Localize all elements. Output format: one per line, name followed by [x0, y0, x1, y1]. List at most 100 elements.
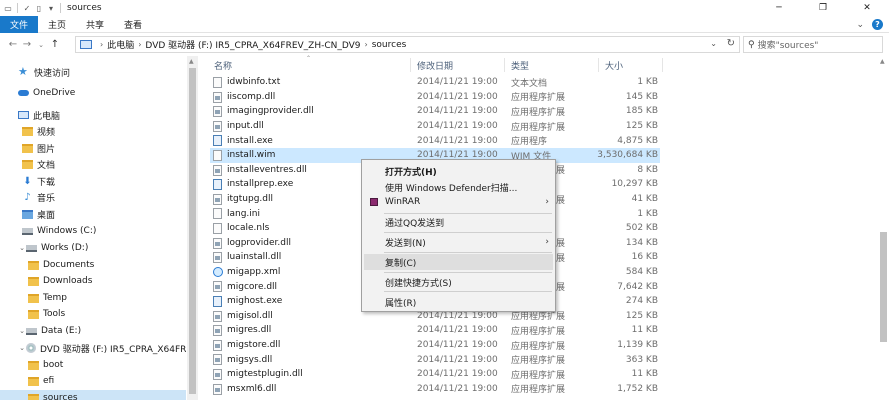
sidebar-item-music[interactable]: ♪ 音乐	[22, 189, 55, 205]
column-header-size[interactable]: 大小	[605, 59, 623, 72]
chevron-down-icon[interactable]: ⌄	[856, 20, 864, 30]
chevron-down-icon[interactable]: ▾	[46, 3, 56, 13]
table-row[interactable]: migres.dll 2014/11/21 19:00 应用程序扩展 11 KB	[210, 323, 660, 338]
menu-item-create-shortcut[interactable]: 创建快捷方式(S)	[364, 274, 553, 290]
breadcrumb-sources[interactable]: sources	[372, 40, 407, 50]
menu-item-send-to[interactable]: 发送到(N) ›	[364, 234, 553, 250]
close-button[interactable]: ✕	[845, 0, 889, 16]
pc-icon	[18, 111, 29, 119]
scroll-up-icon[interactable]: ▲	[189, 58, 194, 65]
tab-view[interactable]: 查看	[114, 16, 152, 33]
back-arrow-icon[interactable]: ←	[6, 35, 20, 55]
menu-item-winrar[interactable]: WinRAR ›	[364, 194, 553, 210]
chevron-down-icon[interactable]: ⌄	[18, 244, 26, 252]
table-row[interactable]: input.dll 2014/11/21 19:00 应用程序扩展 125 KB	[210, 119, 660, 134]
file-date: 2014/11/21 19:00	[417, 135, 498, 146]
column-header-date[interactable]: 修改日期	[417, 59, 453, 72]
sidebar-item-data-e[interactable]: ⌄ Data (E:)	[18, 323, 81, 339]
sidebar-item-documents-d[interactable]: Documents	[28, 257, 94, 273]
properties-icon[interactable]: ✓	[22, 3, 32, 13]
column-divider[interactable]	[410, 58, 411, 72]
refresh-icon[interactable]: ↻	[727, 38, 735, 49]
file-size: 363 KB	[625, 354, 658, 365]
search-placeholder: 搜索"sources"	[757, 41, 819, 51]
column-divider[interactable]	[598, 58, 599, 72]
tab-file[interactable]: 文件	[0, 15, 38, 33]
sidebar-item-desktop[interactable]: 桌面	[22, 206, 55, 222]
table-row[interactable]: imagingprovider.dll 2014/11/21 19:00 应用程序扩…	[210, 104, 660, 119]
sidebar-item-downloads[interactable]: ⬇ 下载	[22, 173, 55, 189]
restore-button[interactable]: ❐	[801, 0, 845, 16]
winrar-icon	[370, 198, 378, 206]
scrollbar-thumb[interactable]	[189, 68, 196, 394]
sidebar-item-pictures[interactable]: 图片	[22, 140, 55, 156]
sidebar-item-dvd-f[interactable]: ⌄DVD 驱动器 (F:) IR5_CPRA_X64FREV_ZH	[18, 340, 186, 356]
sidebar-item-works-d[interactable]: ⌄ Works (D:)	[18, 240, 88, 256]
sidebar-item-videos[interactable]: 视频	[22, 123, 55, 139]
column-header-name[interactable]: 名称	[214, 59, 232, 72]
file-date: 2014/11/21 19:00	[417, 106, 498, 117]
menu-item-properties[interactable]: 属性(R)	[364, 294, 553, 310]
table-row[interactable]: idwbinfo.txt 2014/11/21 19:00 文本文档 1 KB	[210, 75, 660, 90]
scroll-up-icon[interactable]: ▲	[880, 58, 885, 65]
dll-file-icon	[213, 354, 222, 366]
file-date: 2014/11/21 19:00	[417, 91, 498, 102]
cloud-icon	[18, 90, 29, 96]
column-header-type[interactable]: 类型	[511, 59, 529, 72]
search-input[interactable]: ⚲ 搜索"sources"	[743, 36, 883, 53]
tab-home[interactable]: 主页	[38, 16, 76, 33]
file-name: migres.dll	[227, 325, 272, 336]
scrollbar-thumb[interactable]	[880, 232, 887, 342]
table-row[interactable]: migtestplugin.dll 2014/11/21 19:00 应用程序扩展 1…	[210, 367, 660, 382]
chevron-down-icon[interactable]: ⌄	[34, 35, 48, 55]
table-row[interactable]: iiscomp.dll 2014/11/21 19:00 应用程序扩展 145 KB	[210, 90, 660, 105]
table-row[interactable]: migstore.dll 2014/11/21 19:00 应用程序扩展 1,139 …	[210, 338, 660, 353]
menu-item-copy[interactable]: 复制(C)	[364, 254, 553, 270]
sidebar-item-efi[interactable]: efi	[28, 373, 54, 389]
chevron-right-icon[interactable]: ›	[138, 40, 141, 49]
sidebar-item-tools[interactable]: Tools	[28, 306, 65, 322]
dll-file-icon	[213, 106, 222, 118]
breadcrumb-this-pc[interactable]: 此电脑	[107, 38, 134, 51]
menu-item-open-with[interactable]: 打开方式(H)	[364, 163, 553, 179]
chevron-right-icon[interactable]: ›	[365, 40, 368, 49]
sidebar-item-windows-c[interactable]: Windows (C:)	[22, 223, 96, 239]
address-bar[interactable]: › 此电脑 › DVD 驱动器 (F:) IR5_CPRA_X64FREV_ZH…	[75, 36, 740, 53]
file-type: 应用程序扩展	[511, 356, 566, 367]
sidebar-item-quick-access[interactable]: ★ 快速访问	[18, 64, 70, 80]
sidebar-item-sources[interactable]: sources	[0, 390, 186, 400]
chevron-down-icon[interactable]: ⌄	[18, 327, 26, 335]
file-size: 125 KB	[625, 121, 658, 132]
sidebar-item-boot[interactable]: boot	[28, 357, 63, 373]
file-name: itgtupg.dll	[227, 194, 273, 205]
help-icon[interactable]: ?	[872, 19, 883, 30]
sidebar-item-temp[interactable]: Temp	[28, 290, 67, 306]
sidebar-item-this-pc[interactable]: 此电脑	[18, 107, 60, 123]
menu-divider	[384, 272, 552, 273]
up-arrow-icon[interactable]: ↑	[48, 35, 62, 55]
column-divider[interactable]	[662, 58, 663, 72]
table-row[interactable]: msxml6.dll 2014/11/21 19:00 应用程序扩展 1,752 KB	[210, 382, 660, 397]
chevron-down-icon[interactable]: ⌄	[18, 344, 26, 352]
sidebar-item-documents[interactable]: 文档	[22, 156, 55, 172]
breadcrumb-dvd-drive[interactable]: DVD 驱动器 (F:) IR5_CPRA_X64FREV_ZH-CN_DV9	[145, 38, 360, 51]
menu-item-defender-scan[interactable]: 使用 Windows Defender扫描...	[364, 179, 553, 195]
table-row[interactable]: install.exe 2014/11/21 19:00 应用程序 4,875 KB	[210, 133, 660, 148]
chevron-right-icon[interactable]: ›	[100, 40, 103, 49]
chevron-down-icon[interactable]: ⌄	[710, 39, 717, 48]
new-folder-icon[interactable]: ▯	[34, 3, 44, 13]
file-list-scrollbar[interactable]: ▲	[877, 56, 889, 400]
file-size: 1 KB	[637, 208, 658, 219]
sidebar-item-downloads-d[interactable]: Downloads	[28, 273, 92, 289]
navigation-pane: ★ 快速访问 OneDrive 此电脑 视频 图片 文档 ⬇ 下载 ♪ 音乐 桌面 W…	[0, 56, 186, 400]
forward-arrow-icon[interactable]: →	[20, 35, 34, 55]
dll-file-icon	[213, 120, 222, 132]
sidebar-item-onedrive[interactable]: OneDrive	[18, 85, 75, 101]
column-divider[interactable]	[504, 58, 505, 72]
tab-share[interactable]: 共享	[76, 16, 114, 33]
sidebar-scrollbar[interactable]: ▲	[187, 56, 198, 400]
menu-item-send-via-qq[interactable]: 通过QQ发送到	[364, 214, 553, 230]
minimize-button[interactable]: ─	[757, 0, 801, 16]
dll-file-icon	[213, 383, 222, 395]
table-row[interactable]: migsys.dll 2014/11/21 19:00 应用程序扩展 363 KB	[210, 352, 660, 367]
